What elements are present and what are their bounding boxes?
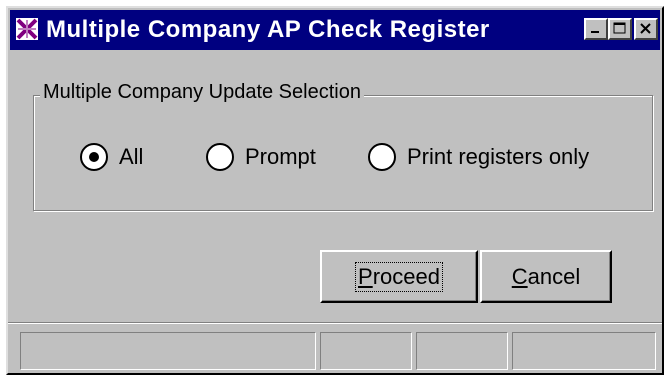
radio-all[interactable]: All <box>79 141 143 173</box>
radio-prompt-label: Prompt <box>245 144 316 169</box>
radio-prompt[interactable]: Prompt <box>205 141 316 173</box>
proceed-button[interactable]: Proceed <box>320 250 478 303</box>
minimize-button[interactable] <box>584 18 608 40</box>
status-panel-1 <box>20 332 316 370</box>
proceed-accel: P <box>358 263 373 289</box>
maximize-icon <box>613 22 626 34</box>
minimize-icon <box>591 31 599 33</box>
radio-all-label: All <box>119 144 144 169</box>
status-panel-4 <box>512 332 656 370</box>
cancel-accel: C <box>511 263 528 289</box>
radio-selected-icon <box>80 143 108 171</box>
close-icon <box>640 23 651 34</box>
app-icon <box>16 18 38 40</box>
cancel-label: ancel <box>527 263 581 289</box>
title-bar[interactable]: Multiple Company AP Check Register <box>10 10 660 50</box>
proceed-focus-rect: Proceed <box>355 261 443 292</box>
radio-unselected-icon <box>368 143 396 171</box>
radio-print-label: Print registers only <box>407 144 590 169</box>
close-button[interactable] <box>634 18 658 40</box>
group-label: Multiple Company Update Selection <box>40 81 364 104</box>
cancel-button[interactable]: Cancel <box>480 250 612 303</box>
status-panel-3 <box>416 332 508 370</box>
radio-unselected-icon <box>206 143 234 171</box>
radio-print-registers-only[interactable]: Print registers only <box>367 141 589 173</box>
maximize-button[interactable] <box>608 18 632 40</box>
status-panel-2 <box>320 332 412 370</box>
status-separator <box>8 322 662 324</box>
proceed-label: roceed <box>372 263 440 289</box>
window-title: Multiple Company AP Check Register <box>46 16 490 43</box>
